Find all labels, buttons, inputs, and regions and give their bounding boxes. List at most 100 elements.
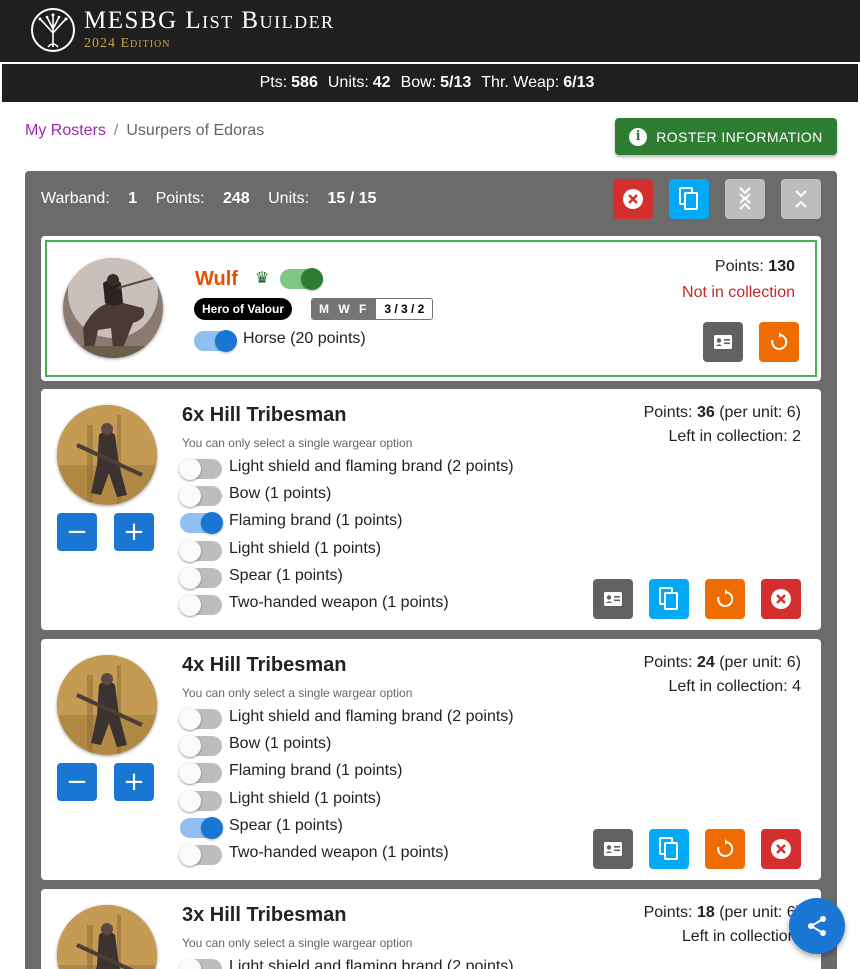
toggle-knob — [179, 708, 201, 730]
roster-information-button[interactable]: i ROSTER INFORMATION — [615, 118, 837, 155]
share-button[interactable] — [789, 898, 845, 954]
unit-per-unit: (per unit: 6) — [719, 654, 801, 671]
pts-value: 586 — [291, 74, 318, 91]
share-icon — [808, 916, 826, 936]
white-tree-logo-icon[interactable] — [30, 7, 76, 53]
hero-profile-card-button[interactable] — [703, 322, 743, 362]
unit-points-value: 24 — [696, 654, 715, 671]
unit-points: Points: 18 (per unit: 6) — [644, 904, 801, 922]
wargear-option-label: Bow (1 points) — [229, 485, 332, 502]
wargear-option-label: Light shield and flaming brand (2 points… — [229, 708, 514, 725]
wargear-toggle[interactable] — [179, 567, 222, 589]
mwf-value: 3 / 3 / 2 — [376, 299, 433, 319]
wargear-toggle[interactable] — [179, 762, 222, 784]
copy-icon — [659, 837, 678, 860]
mwf-badge: M W F 3 / 3 / 2 — [311, 298, 434, 320]
app-title: MESBG List Builder — [84, 7, 335, 34]
unit-portrait[interactable] — [57, 655, 157, 755]
toggle-knob — [215, 330, 237, 352]
increase-quantity-button[interactable]: + — [114, 513, 154, 551]
unit-points: Points: 36 (per unit: 6) — [644, 404, 801, 422]
swap-icon — [717, 589, 734, 607]
profile-card-icon — [604, 842, 622, 856]
hero-portrait[interactable] — [63, 258, 163, 358]
info-icon: i — [629, 127, 648, 146]
profile-card-icon — [714, 335, 732, 349]
unit-profile-card-button[interactable] — [593, 829, 633, 869]
unit-portrait[interactable] — [57, 905, 157, 969]
wargear-option-label: Light shield and flaming brand (2 points… — [229, 458, 514, 475]
copy-warband-button[interactable] — [669, 179, 709, 219]
wargear-option-label: Spear (1 points) — [229, 817, 343, 834]
app-header: MESBG List Builder 2024 Edition — [0, 0, 860, 62]
wargear-toggle[interactable] — [179, 958, 222, 969]
unit-portrait[interactable] — [57, 405, 157, 505]
copy-unit-button[interactable] — [649, 829, 689, 869]
breadcrumb-my-rosters-link[interactable]: My Rosters — [25, 122, 106, 139]
breadcrumb-current: Usurpers of Edoras — [126, 122, 265, 139]
toggle-knob — [179, 844, 201, 866]
swap-unit-button[interactable] — [705, 829, 745, 869]
units-value: 42 — [372, 74, 391, 91]
unit-card: − + 4x Hill Tribesman You can only selec… — [41, 639, 821, 880]
toggle-knob — [301, 268, 323, 290]
horse-option-label: Horse (20 points) — [243, 330, 366, 347]
wargear-option-label: Two-handed weapon (1 points) — [229, 594, 449, 611]
wargear-toggle[interactable] — [180, 817, 223, 839]
unit-title: 4x Hill Tribesman — [182, 654, 347, 676]
horse-option-toggle[interactable] — [194, 330, 237, 352]
unit-profile-card-button[interactable] — [593, 579, 633, 619]
wargear-toggle[interactable] — [180, 512, 223, 534]
wargear-hint: You can only select a single wargear opt… — [182, 936, 413, 950]
hero-card: Wulf ♛ Hero of Valour M W F 3 / 3 / 2 Ho… — [41, 236, 821, 381]
wargear-toggle[interactable] — [179, 735, 222, 757]
unit-card: 3x Hill Tribesman You can only select a … — [41, 889, 821, 969]
leader-toggle[interactable] — [280, 268, 323, 290]
wargear-option-label: Light shield and flaming brand (2 points… — [229, 958, 514, 969]
unit-points-label: Points: — [643, 404, 693, 421]
hero-swap-button[interactable] — [759, 322, 799, 362]
toggle-knob — [201, 512, 223, 534]
wargear-toggle[interactable] — [179, 458, 222, 480]
profile-card-icon — [604, 592, 622, 606]
unit-title: 6x Hill Tribesman — [182, 404, 347, 426]
wargear-toggle[interactable] — [179, 485, 222, 507]
wargear-toggle[interactable] — [179, 594, 222, 616]
wargear-toggle[interactable] — [179, 708, 222, 730]
close-icon — [771, 839, 791, 859]
collection-value: 2 — [792, 428, 801, 445]
increase-quantity-button[interactable]: + — [114, 763, 154, 801]
warband-label: Warband: — [41, 190, 110, 207]
toggle-knob — [179, 485, 201, 507]
warband-points: 248 — [222, 190, 250, 207]
collection-status: Not in collection — [682, 284, 795, 301]
delete-warband-button[interactable] — [613, 179, 653, 219]
wargear-option-label: Flaming brand (1 points) — [229, 762, 403, 779]
throw-weapon-value: 6/13 — [563, 74, 595, 91]
delete-unit-button[interactable] — [761, 579, 801, 619]
wargear-option-label: Spear (1 points) — [229, 567, 343, 584]
decrease-quantity-button[interactable]: − — [57, 763, 97, 801]
pts-label: Pts: — [259, 74, 288, 91]
wargear-toggle[interactable] — [179, 790, 222, 812]
expand-all-button[interactable] — [725, 179, 765, 219]
toggle-knob — [179, 790, 201, 812]
unit-points-value: 18 — [696, 904, 715, 921]
roster-stats-bar: Pts: 586 Units: 42 Bow: 5/13 Thr. Weap: 6/13 — [2, 64, 858, 102]
toggle-knob — [179, 567, 201, 589]
hero-points: Points: 130 — [715, 258, 795, 276]
delete-unit-button[interactable] — [761, 829, 801, 869]
collapse-all-button[interactable] — [781, 179, 821, 219]
copy-icon — [659, 587, 678, 610]
wargear-toggle[interactable] — [179, 540, 222, 562]
unit-points-value: 36 — [696, 404, 715, 421]
bow-label: Bow: — [400, 74, 437, 91]
copy-unit-button[interactable] — [649, 579, 689, 619]
swap-icon — [771, 332, 788, 350]
toggle-knob — [179, 458, 201, 480]
swap-unit-button[interactable] — [705, 579, 745, 619]
breadcrumb-separator: / — [113, 122, 119, 139]
wargear-hint: You can only select a single wargear opt… — [182, 436, 413, 450]
decrease-quantity-button[interactable]: − — [57, 513, 97, 551]
wargear-toggle[interactable] — [179, 844, 222, 866]
